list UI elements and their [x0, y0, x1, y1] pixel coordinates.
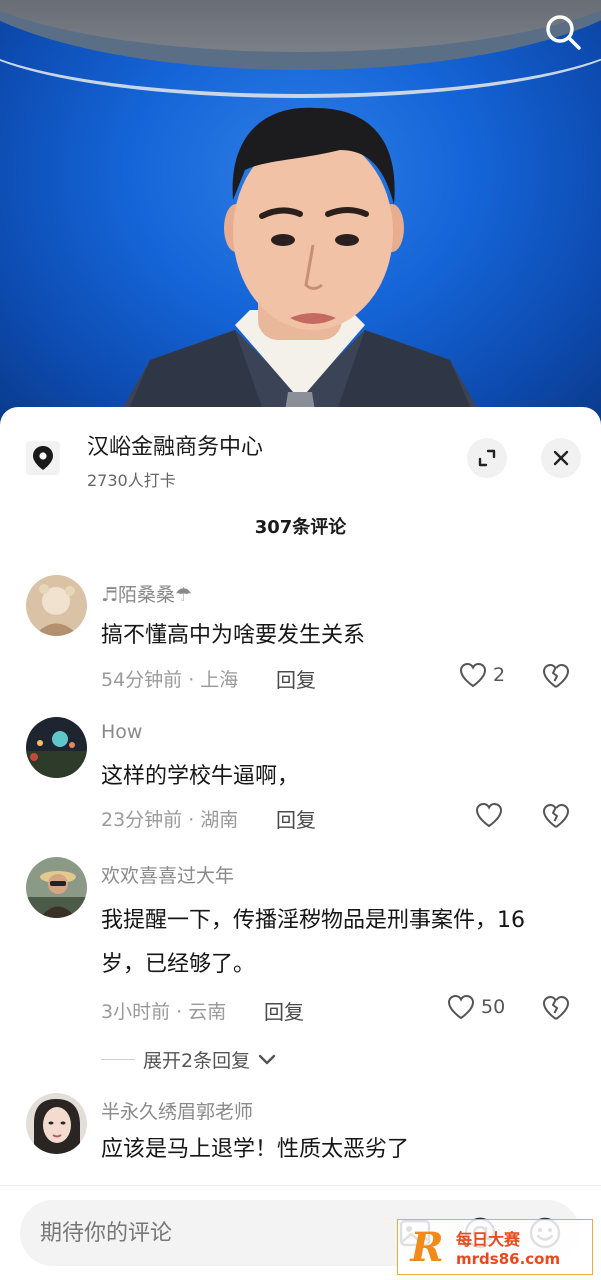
location-card[interactable]: 汉峪金融商务中心 2730人打卡: [0, 407, 601, 497]
location-name: 汉峪金融商务中心: [87, 435, 264, 460]
comment-meta: 3小时前 · 云南: [101, 1001, 227, 1023]
heart-icon: [459, 662, 487, 688]
dislike-button[interactable]: [541, 802, 571, 832]
avatar[interactable]: [26, 717, 87, 778]
avatar[interactable]: [26, 575, 87, 636]
comment-text: 搞不懂高中为啥要发生关系: [101, 623, 366, 648]
site-watermark: R 每日大赛 mrds86.com: [397, 1219, 593, 1275]
like-button[interactable]: 2: [459, 662, 505, 688]
broken-heart-icon: [543, 996, 569, 1020]
divider: [101, 1059, 135, 1060]
watermark-logo-icon: R: [410, 1223, 444, 1271]
heart-icon: [475, 802, 503, 828]
comment-item: 欢欢喜喜过大年 我提醒一下，传播淫秽物品是刑事案件，16岁，已经够了。 3小时前…: [0, 857, 601, 1077]
location-checkins: 2730人打卡: [87, 471, 176, 490]
comments-count: 307条评论: [254, 517, 347, 538]
broken-heart-icon: [543, 664, 569, 688]
like-button[interactable]: [475, 802, 503, 828]
comment-username[interactable]: ♬陌桑桑☂: [101, 580, 192, 607]
avatar[interactable]: [26, 857, 87, 918]
broken-heart-icon: [543, 804, 569, 828]
search-button[interactable]: [543, 12, 583, 52]
location-pin-icon: [26, 441, 60, 475]
like-button[interactable]: 50: [447, 994, 505, 1020]
like-count: 50: [481, 996, 506, 1018]
comment-text: 这样的学校牛逼啊，: [101, 764, 300, 789]
search-icon: [546, 15, 581, 50]
watermark-title: 每日大赛: [456, 1230, 521, 1249]
expand-button[interactable]: [467, 438, 507, 478]
expand-replies-button[interactable]: 展开2条回复: [101, 1046, 276, 1073]
expand-replies-label: 展开2条回复: [143, 1050, 251, 1072]
comment-username[interactable]: How: [101, 721, 142, 743]
like-count: 2: [493, 664, 506, 686]
reply-button[interactable]: 回复: [264, 996, 304, 1025]
reply-button[interactable]: 回复: [276, 664, 316, 693]
dislike-button[interactable]: [541, 662, 571, 692]
comment-meta: 23分钟前 · 湖南: [101, 809, 239, 831]
chevron-down-icon: [258, 1054, 276, 1064]
watermark-url: mrds86.com: [456, 1250, 561, 1268]
reply-button[interactable]: 回复: [276, 804, 316, 833]
comment-username[interactable]: 半永久绣眉郭老师: [101, 1097, 253, 1124]
close-icon: [553, 450, 569, 466]
comment-text: 应该是马上退学！性质太恶劣了: [101, 1137, 410, 1162]
close-button[interactable]: [541, 438, 581, 478]
comment-sheet: 汉峪金融商务中心 2730人打卡 307条评论 ♬陌桑桑☂ 搞不懂高中为啥要发生…: [0, 407, 601, 1280]
expand-icon: [478, 449, 496, 467]
comment-username[interactable]: 欢欢喜喜过大年: [101, 861, 234, 888]
comment-item: How 这样的学校牛逼啊， 23分钟前 · 湖南 回复: [0, 717, 601, 837]
comment-item: ♬陌桑桑☂ 搞不懂高中为啥要发生关系 54分钟前 · 上海 回复 2: [0, 575, 601, 695]
video-player[interactable]: [0, 0, 601, 430]
comment-text: 我提醒一下，传播淫秽物品是刑事案件，16岁，已经够了。: [101, 908, 525, 977]
dislike-button[interactable]: [541, 994, 571, 1024]
comment-meta: 54分钟前 · 上海: [101, 669, 239, 691]
news-anchor-image: [110, 107, 490, 430]
heart-icon: [447, 994, 475, 1020]
comment-input[interactable]: [40, 1213, 400, 1253]
avatar[interactable]: [26, 1093, 87, 1154]
